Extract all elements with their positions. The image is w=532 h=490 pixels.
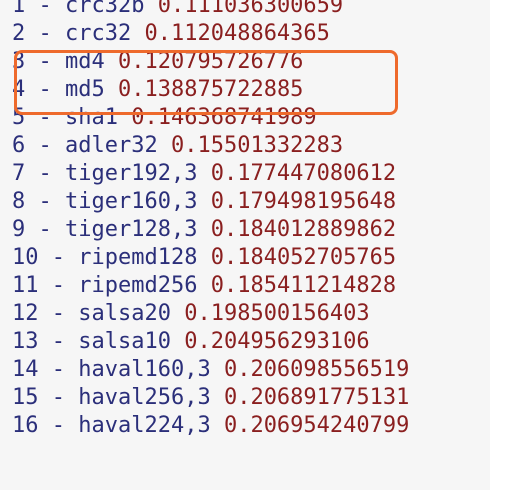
algorithm-name: haval224,3 — [78, 413, 211, 438]
list-item: 9 - tiger128,3 0.184012889862 — [12, 216, 409, 244]
rank-number: 6 — [12, 133, 26, 158]
rank-number: 5 — [12, 105, 26, 130]
results-panel: 1 - crc32b 0.111036300659 2 - crc32 0.112… — [0, 0, 490, 490]
algorithm-name: tiger160,3 — [65, 189, 198, 214]
algorithm-name: salsa10 — [78, 329, 171, 354]
rank-number: 2 — [12, 21, 26, 46]
algorithm-name: crc32 — [65, 21, 132, 46]
list-item: 7 - tiger192,3 0.177447080612 — [12, 160, 409, 188]
rank-number: 14 — [12, 357, 39, 382]
rank-number: 9 — [12, 217, 26, 242]
list-item: 14 - haval160,3 0.206098556519 — [12, 356, 409, 384]
timing-value: 0.206098556519 — [223, 357, 410, 382]
timing-value: 0.179498195648 — [210, 189, 397, 214]
list-item: 1 - crc32b 0.111036300659 — [12, 0, 409, 20]
algorithm-name: md4 — [65, 49, 105, 74]
list-item: 3 - md4 0.120795726776 — [12, 48, 409, 76]
rank-number: 15 — [12, 385, 39, 410]
timing-value: 0.15501332283 — [170, 133, 344, 158]
separator: - — [38, 21, 52, 46]
separator: - — [51, 301, 65, 326]
separator: - — [51, 413, 65, 438]
timing-value: 0.177447080612 — [210, 161, 397, 186]
separator: - — [38, 105, 52, 130]
list-item: 12 - salsa20 0.198500156403 — [12, 300, 409, 328]
list-item: 6 - adler32 0.15501332283 — [12, 132, 409, 160]
timing-value: 0.111036300659 — [157, 0, 344, 18]
timing-value: 0.146368741989 — [131, 105, 317, 130]
list-item: 11 - ripemd256 0.185411214828 — [12, 272, 409, 300]
algorithm-name: ripemd128 — [78, 245, 198, 270]
algorithm-name: crc32b — [65, 0, 145, 18]
algorithm-name: md5 — [65, 77, 105, 102]
timing-value: 0.184012889862 — [210, 217, 397, 242]
rank-number: 8 — [12, 189, 26, 214]
list-item: 8 - tiger160,3 0.179498195648 — [12, 188, 409, 216]
algorithm-name: salsa20 — [78, 301, 171, 326]
separator: - — [38, 161, 52, 186]
list-item: 2 - crc32 0.112048864365 — [12, 20, 409, 48]
timing-value: 0.112048864365 — [144, 21, 330, 46]
timing-value: 0.184052705765 — [210, 245, 397, 270]
separator: - — [51, 357, 65, 382]
separator: - — [38, 77, 52, 102]
separator: - — [51, 273, 65, 298]
rank-number: 10 — [12, 245, 39, 270]
rank-number: 3 — [12, 49, 26, 74]
rank-number: 7 — [12, 161, 26, 186]
algorithm-name: haval160,3 — [78, 357, 211, 382]
rank-number: 13 — [12, 329, 39, 354]
separator: - — [38, 217, 52, 242]
timing-value: 0.206891775131 — [223, 385, 410, 410]
separator: - — [38, 133, 52, 158]
timing-value: 0.204956293106 — [184, 329, 370, 354]
timing-value: 0.185411214828 — [210, 273, 397, 298]
list-item: 13 - salsa10 0.204956293106 — [12, 328, 409, 356]
algorithm-name: haval256,3 — [78, 385, 211, 410]
separator: - — [51, 385, 65, 410]
algorithm-name: sha1 — [65, 105, 118, 130]
timing-value: 0.206954240799 — [223, 413, 410, 438]
list-item: 5 - sha1 0.146368741989 — [12, 104, 409, 132]
list-item: 15 - haval256,3 0.206891775131 — [12, 384, 409, 412]
timing-value: 0.120795726776 — [118, 49, 304, 74]
algorithm-name: ripemd256 — [78, 273, 198, 298]
separator: - — [51, 245, 65, 270]
hash-timing-list: 1 - crc32b 0.111036300659 2 - crc32 0.112… — [12, 0, 409, 440]
list-item: 4 - md5 0.138875722885 — [12, 76, 409, 104]
separator: - — [38, 0, 52, 18]
rank-number: 1 — [12, 0, 26, 18]
algorithm-name: tiger128,3 — [65, 217, 198, 242]
list-item: 10 - ripemd128 0.184052705765 — [12, 244, 409, 272]
list-item: 16 - haval224,3 0.206954240799 — [12, 412, 409, 440]
algorithm-name: tiger192,3 — [65, 161, 198, 186]
timing-value: 0.138875722885 — [118, 77, 304, 102]
rank-number: 16 — [12, 413, 39, 438]
separator: - — [38, 189, 52, 214]
rank-number: 11 — [12, 273, 39, 298]
separator: - — [51, 329, 65, 354]
rank-number: 12 — [12, 301, 39, 326]
algorithm-name: adler32 — [65, 133, 158, 158]
rank-number: 4 — [12, 77, 26, 102]
timing-value: 0.198500156403 — [184, 301, 370, 326]
separator: - — [38, 49, 52, 74]
